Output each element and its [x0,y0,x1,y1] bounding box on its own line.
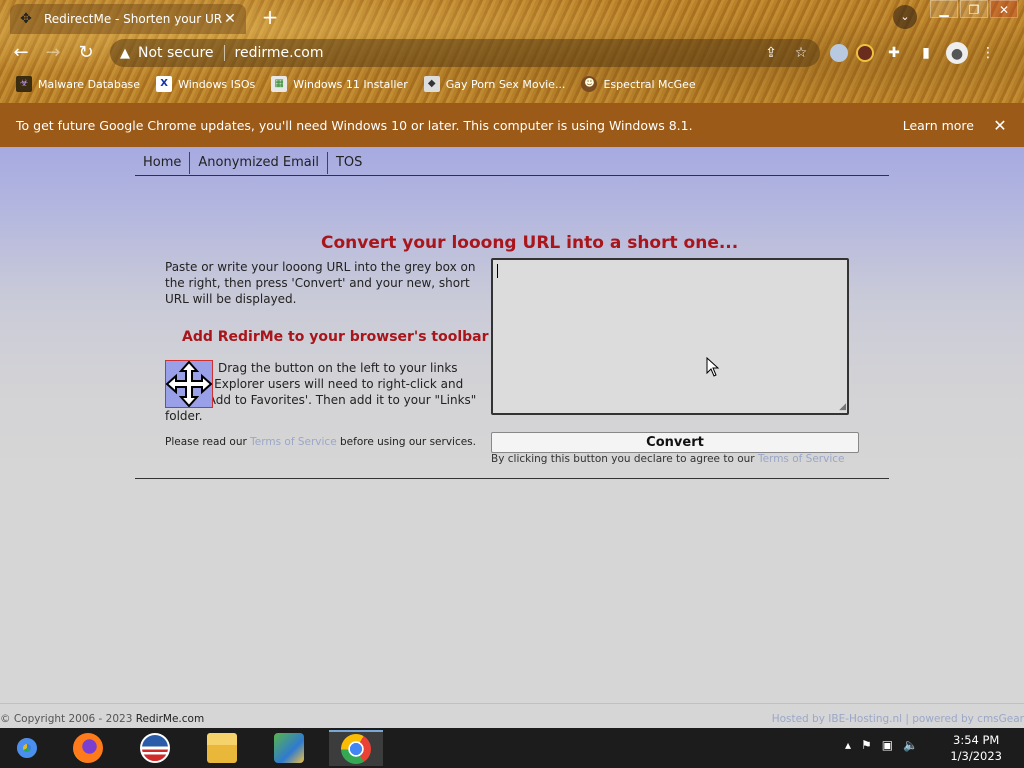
bookmark-label: Windows 11 Installer [293,77,408,91]
terms-of-service-link[interactable]: Terms of Service [250,436,337,448]
bookmark-windows-isos[interactable]: X Windows ISOs [156,76,255,92]
obama-logo-taskbar-icon[interactable] [128,730,182,766]
action-center-flag-icon[interactable]: ⚑ [861,738,872,752]
infobar-message: To get future Google Chrome updates, you… [16,117,693,133]
bookmark-malware-database[interactable]: ☣ Malware Database [16,76,140,92]
windows-taskbar: ▴ ⚑ ▣ 🔈 3:54 PM 1/3/2023 [0,728,1024,768]
campaign-logo-icon [140,733,170,763]
window-close-button[interactable]: ✕ [990,0,1018,18]
chrome-taskbar-icon[interactable] [329,730,383,766]
clock-date: 1/3/2023 [950,749,1002,763]
page-headline: Convert your looong URL into a short one… [321,233,739,253]
omnibox-divider [223,45,225,61]
x-icon: X [156,76,173,92]
clock-time: 3:54 PM [953,733,1000,747]
terms-note-text: Please read our [165,436,251,448]
bookmark-label: Espectral McGee [603,77,696,91]
terms-note: Please read our Terms of Service before … [165,436,476,448]
not-secure-label[interactable]: Not secure [138,45,214,61]
browser-frame: ✥ RedirectMe - Shorten your URL ! ✕ + ⌄ … [0,0,1024,103]
malware-icon: ☣ [16,76,32,92]
intro-text: Paste or write your looong URL into the … [165,260,476,306]
bookmarklet-drag-button[interactable] [165,360,213,408]
nav-tos[interactable]: TOS [328,152,370,174]
bookmark-label: Gay Porn Sex Movie... [445,77,566,91]
tray-expand-icon[interactable]: ▴ [845,738,851,752]
bookmark-label: Malware Database [38,77,141,91]
firefox-icon [73,733,103,763]
learn-more-link[interactable]: Learn more [903,118,974,133]
redirectme-favicon-icon: ✥ [20,11,32,27]
bookmark-windows11-installer[interactable]: ▦ Windows 11 Installer [271,76,408,92]
bookmark-label: Windows ISOs [178,77,256,91]
page-content: Home Anonymized Email TOS Convert your l… [0,147,1024,703]
long-url-textarea[interactable]: ◢ [491,258,849,415]
address-bar[interactable]: ▲ Not secure redirme.com ⇪ ☆ [110,39,820,67]
toolbar-right-icons: ✚ ▮ ● ⋮ [830,41,1008,65]
warning-icon[interactable]: ▲ [120,46,130,61]
infobar-close-icon[interactable]: ✕ [992,116,1008,135]
network-icon[interactable]: ▣ [882,738,893,752]
avatar-icon: ☻ [581,76,598,92]
resize-handle-icon[interactable]: ◢ [839,402,846,412]
restore-button[interactable]: ❐ [960,0,988,18]
nav-anonymized-email[interactable]: Anonymized Email [190,151,328,174]
window-controls: ▁ ❐ ✕ [928,0,1018,18]
chromium-taskbar-icon[interactable] [0,730,54,766]
firefox-taskbar-icon[interactable] [61,730,115,766]
terms-note-text-end: before using our services. [336,436,476,448]
reload-button[interactable]: ↻ [73,40,99,66]
hosted-by-links[interactable]: Hosted by IBE-Hosting.nl | powered by cm… [772,713,1024,725]
volume-icon[interactable]: 🔈 [903,738,918,752]
url-text[interactable]: redirme.com [235,45,760,61]
tab-search-icon[interactable]: ⌄ [893,5,917,29]
system-tray: ▴ ⚑ ▣ 🔈 [845,738,928,752]
tab-close-icon[interactable]: ✕ [222,11,238,27]
chrome-icon [341,734,371,764]
convert-button[interactable]: Convert [491,432,859,453]
tab-redirectme[interactable]: ✥ RedirectMe - Shorten your URL ! ✕ [10,4,246,34]
browser-toolbar: ← → ↻ ▲ Not secure redirme.com ⇪ ☆ ✚ ▮ ●… [0,36,1024,70]
chromium-icon [12,733,42,763]
copyright-prefix: © Copyright 2006 - 2023 [0,713,136,725]
folder-icon [207,733,237,763]
bookmark-espectral-mcgee[interactable]: ☻ Espectral McGee [581,76,696,92]
tab-title: RedirectMe - Shorten your URL ! [44,12,222,26]
content-divider [135,478,889,479]
move-arrows-icon [166,361,212,407]
convert-note: By clicking this button you declare to a… [491,453,845,465]
taskbar-clock[interactable]: 3:54 PM 1/3/2023 [950,732,1002,764]
profile-icon[interactable]: ● [946,42,968,64]
copyright-site-link[interactable]: RedirMe.com [136,713,204,725]
extension-avatar-icon[interactable] [856,44,874,62]
bookmark-star-icon[interactable]: ☆ [790,45,812,61]
network-app-icon [274,733,304,763]
minimize-button[interactable]: ▁ [930,0,958,18]
extension-icon[interactable] [830,44,848,62]
new-tab-button[interactable]: + [259,6,281,28]
convert-terms-link[interactable]: Terms of Service [758,453,845,465]
copyright-text: © Copyright 2006 - 2023 RedirMe.com [0,713,204,725]
share-icon[interactable]: ⇪ [760,45,782,61]
nav-home[interactable]: Home [135,151,191,174]
forward-button[interactable]: → [40,40,66,66]
side-panel-icon[interactable]: ▮ [914,41,938,65]
installer-icon: ▦ [271,76,288,92]
toolbar-heading: Add RedirMe to your browser's toolbar [182,329,489,345]
file-explorer-taskbar-icon[interactable] [195,730,249,766]
bookmarks-bar: ☣ Malware Database X Windows ISOs ▦ Wind… [0,72,1024,96]
tab-strip: ✥ RedirectMe - Shorten your URL ! ✕ + ⌄ … [0,0,1024,34]
site-footer: © Copyright 2006 - 2023 RedirMe.com Host… [0,703,1024,728]
menu-kebab-icon[interactable]: ⋮ [976,41,1000,65]
mouse-cursor-icon [706,357,720,377]
convert-note-text: By clicking this button you declare to a… [491,453,758,465]
bookmark-site[interactable]: ◆ Gay Porn Sex Movie... [423,76,566,92]
back-button[interactable]: ← [8,40,34,66]
text-caret [497,264,498,278]
site-nav: Home Anonymized Email TOS [135,150,889,176]
network-app-taskbar-icon[interactable] [262,730,316,766]
extensions-puzzle-icon[interactable]: ✚ [882,41,906,65]
update-infobar: To get future Google Chrome updates, you… [0,103,1024,147]
site-icon: ◆ [423,76,440,92]
